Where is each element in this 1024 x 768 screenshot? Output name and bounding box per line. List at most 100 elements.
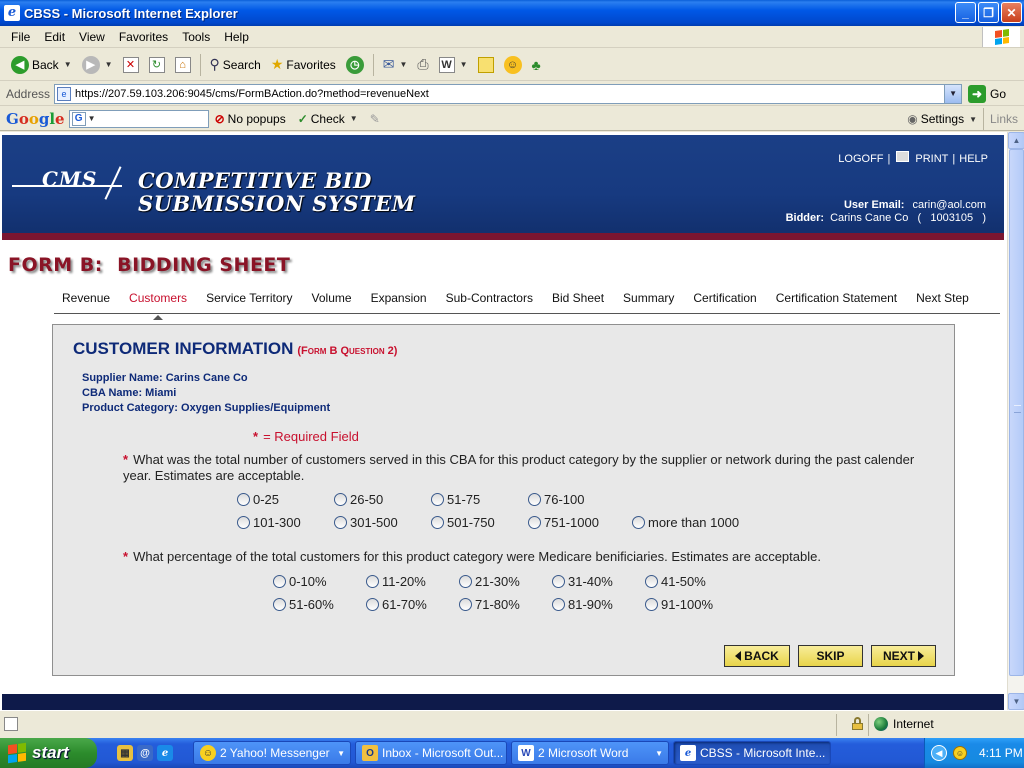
history-button[interactable]: ◷ xyxy=(341,52,369,78)
links-button[interactable]: Links xyxy=(982,108,1024,130)
spell-check-button[interactable]: ✓ Check ▼ xyxy=(292,112,364,126)
print-button[interactable]: ⎙ xyxy=(412,52,433,78)
q2-option-91-100[interactable]: 91-100% xyxy=(645,597,735,612)
google-search-input[interactable]: G ▼ xyxy=(68,109,209,128)
scroll-down-icon[interactable]: ▼ xyxy=(1008,693,1024,710)
q1-option-0-25[interactable]: 0-25 xyxy=(237,492,334,507)
globe-icon xyxy=(874,717,888,731)
check-dropdown-icon[interactable]: ▼ xyxy=(350,114,358,123)
address-input[interactable]: e https://207.59.103.206:9045/cms/FormBA… xyxy=(54,83,963,104)
msn-button[interactable]: ♣ xyxy=(527,52,546,78)
menu-file[interactable]: File xyxy=(4,30,37,44)
favorites-button[interactable]: ★ Favorites xyxy=(266,52,341,78)
tab-service-territory[interactable]: Service Territory xyxy=(206,288,292,313)
task-outlook[interactable]: O Inbox - Microsoft Out... xyxy=(355,741,507,765)
tab-certification[interactable]: Certification xyxy=(693,288,756,313)
print-icon[interactable] xyxy=(896,150,910,162)
skip-button[interactable]: SKIP xyxy=(798,645,863,667)
settings-button[interactable]: ◉ Settings ▼ xyxy=(901,112,983,126)
question-1: * What was the total number of customers … xyxy=(123,452,915,483)
q2-option-0-10[interactable]: 0-10% xyxy=(273,574,366,589)
messenger-button[interactable]: ☺ xyxy=(499,52,527,78)
tab-summary[interactable]: Summary xyxy=(623,288,674,313)
spellcheck-icon: ✓ xyxy=(297,111,308,126)
menu-favorites[interactable]: Favorites xyxy=(112,30,175,44)
edit-dropdown-icon[interactable]: ▼ xyxy=(460,60,468,69)
menu-tools[interactable]: Tools xyxy=(175,30,217,44)
settings-label: Settings xyxy=(920,112,965,126)
task-internet-explorer[interactable]: e CBSS - Microsoft Inte... xyxy=(673,741,831,765)
address-dropdown-icon[interactable]: ▼ xyxy=(944,84,962,103)
refresh-button[interactable]: ↻ xyxy=(144,52,170,78)
q2-option-41-50[interactable]: 41-50% xyxy=(645,574,735,589)
q2-option-71-80[interactable]: 71-80% xyxy=(459,597,552,612)
q2-option-51-60[interactable]: 51-60% xyxy=(273,597,366,612)
back-button[interactable]: ◀ Back ▼ xyxy=(6,52,77,78)
lock-icon[interactable] xyxy=(852,717,863,730)
back-nav-button[interactable]: BACK xyxy=(724,645,790,667)
google-dropdown-icon[interactable]: ▼ xyxy=(88,114,96,123)
panel-subtitle: (Form B Question 2) xyxy=(297,345,398,357)
print-link[interactable]: PRINT xyxy=(915,153,948,165)
home-button[interactable]: ⌂ xyxy=(170,52,196,78)
start-button[interactable]: start xyxy=(0,738,97,768)
q1-option-101-300[interactable]: 101-300 xyxy=(237,515,334,530)
mail-button[interactable]: ✉ ▼ xyxy=(378,52,413,78)
discuss-button[interactable] xyxy=(473,52,499,78)
highlight-button[interactable]: ✎ xyxy=(364,112,386,126)
scroll-thumb[interactable] xyxy=(1009,149,1024,676)
vertical-scrollbar[interactable]: ▲ ▼ xyxy=(1007,132,1024,710)
forward-dropdown-icon[interactable]: ▼ xyxy=(105,60,113,69)
tab-sub-contractors[interactable]: Sub-Contractors xyxy=(446,288,533,313)
restore-button[interactable]: ❐ xyxy=(978,2,999,23)
q2-option-61-70[interactable]: 61-70% xyxy=(366,597,459,612)
settings-dropdown-icon[interactable]: ▼ xyxy=(969,115,977,124)
q2-option-81-90[interactable]: 81-90% xyxy=(552,597,645,612)
tab-bid-sheet[interactable]: Bid Sheet xyxy=(552,288,604,313)
help-link[interactable]: HELP xyxy=(959,153,988,165)
search-button[interactable]: ⚲ Search xyxy=(205,52,266,78)
go-button[interactable]: ➜ Go xyxy=(968,84,1006,103)
tab-customers[interactable]: Customers xyxy=(129,288,187,320)
outlook-express-icon[interactable]: @ xyxy=(137,745,153,761)
q2-option-31-40[interactable]: 31-40% xyxy=(552,574,645,589)
right-arrow-icon xyxy=(918,651,924,661)
stop-button[interactable]: ✕ xyxy=(118,52,144,78)
show-desktop-icon[interactable]: ▦ xyxy=(117,745,133,761)
mail-dropdown-icon[interactable]: ▼ xyxy=(399,60,407,69)
logoff-link[interactable]: LOGOFF xyxy=(838,153,883,165)
tab-certification-statement[interactable]: Certification Statement xyxy=(776,288,897,313)
q1-option-more-than-1000[interactable]: more than 1000 xyxy=(632,515,752,530)
q1-option-26-50[interactable]: 26-50 xyxy=(334,492,431,507)
menu-edit[interactable]: Edit xyxy=(37,30,72,44)
q2-option-21-30[interactable]: 21-30% xyxy=(459,574,552,589)
tab-next-step[interactable]: Next Step xyxy=(916,288,969,313)
messenger-tray-icon[interactable]: ☺ xyxy=(953,746,967,760)
tab-expansion[interactable]: Expansion xyxy=(371,288,427,313)
q2-option-11-20[interactable]: 11-20% xyxy=(366,574,459,589)
q1-option-301-500[interactable]: 301-500 xyxy=(334,515,431,530)
ie-quicklaunch-icon[interactable]: e xyxy=(157,745,173,761)
forward-button[interactable]: ▶ ▼ xyxy=(77,52,118,78)
next-button[interactable]: NEXT xyxy=(871,645,936,667)
tab-revenue[interactable]: Revenue xyxy=(62,288,110,313)
minimize-button[interactable]: _ xyxy=(955,2,976,23)
edit-button[interactable]: W ▼ xyxy=(434,52,473,78)
close-button[interactable]: ✕ xyxy=(1001,2,1022,23)
q1-option-51-75[interactable]: 51-75 xyxy=(431,492,528,507)
tab-volume[interactable]: Volume xyxy=(312,288,352,313)
product-category: Product Category: Oxygen Supplies/Equipm… xyxy=(82,402,331,414)
window-title-bar: e CBSS - Microsoft Internet Explorer _ ❐… xyxy=(0,0,1024,26)
q1-option-751-1000[interactable]: 751-1000 xyxy=(528,515,632,530)
back-dropdown-icon[interactable]: ▼ xyxy=(64,60,72,69)
task-yahoo-messenger[interactable]: ☺ 2 Yahoo! Messenger ▼ xyxy=(193,741,351,765)
q1-option-501-750[interactable]: 501-750 xyxy=(431,515,528,530)
menu-help[interactable]: Help xyxy=(217,30,256,44)
show-hidden-icons-chevron-icon[interactable]: ◀ xyxy=(931,745,947,761)
q1-option-76-100[interactable]: 76-100 xyxy=(528,492,632,507)
task-word[interactable]: W 2 Microsoft Word ▼ xyxy=(511,741,669,765)
google-logo[interactable]: Google xyxy=(6,110,65,128)
popup-blocker-button[interactable]: ⊘ No popups xyxy=(209,112,292,126)
menu-view[interactable]: View xyxy=(72,30,112,44)
scroll-up-icon[interactable]: ▲ xyxy=(1008,132,1024,149)
